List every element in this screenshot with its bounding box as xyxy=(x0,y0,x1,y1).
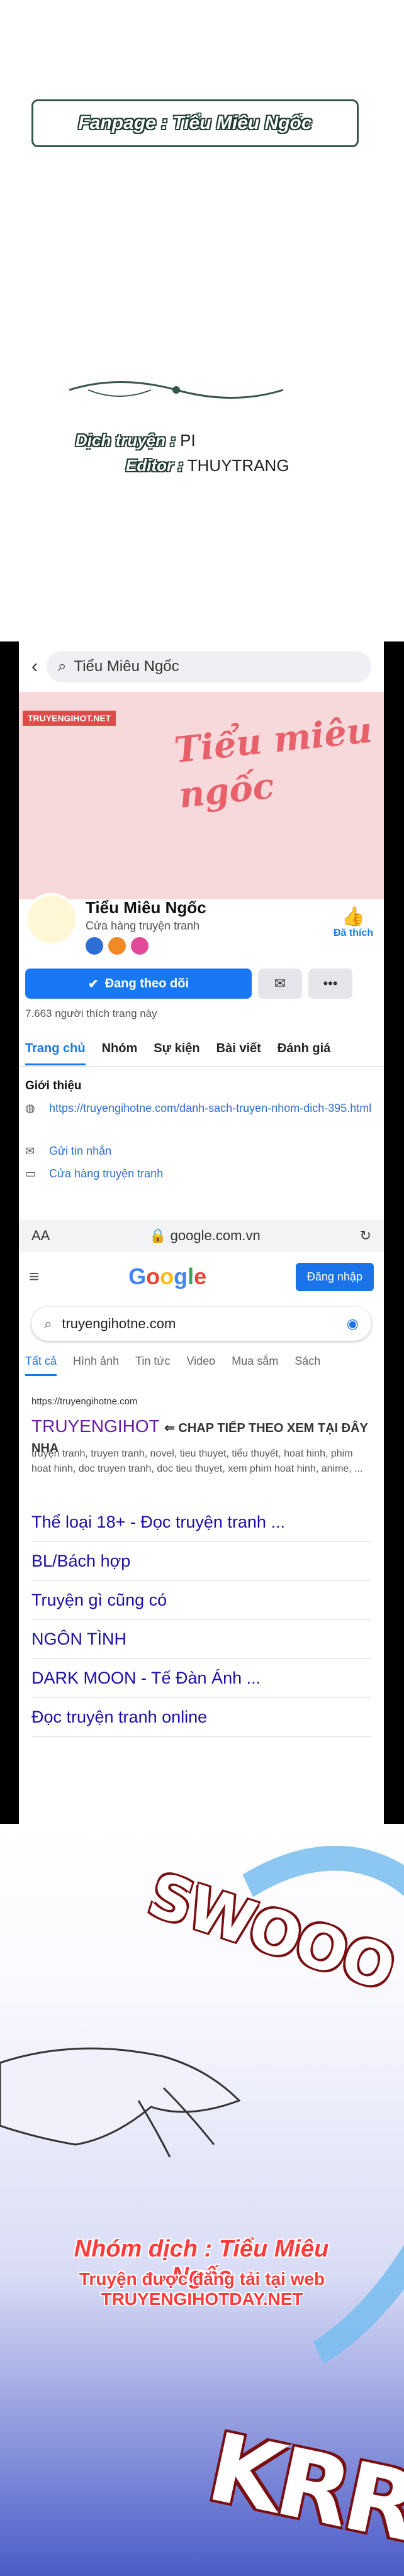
google-header: ≡ Google Đăng nhập xyxy=(19,1252,384,1302)
tab-groups[interactable]: Nhóm xyxy=(102,1041,138,1056)
following-button[interactable]: ✔ Đang theo dõi xyxy=(25,969,252,999)
intro-message-row[interactable]: ✉ Gửi tin nhắn xyxy=(25,1145,378,1158)
sitelinks-list: Thể loại 18+ - Đọc truyện tranh ... BL/B… xyxy=(31,1503,371,1737)
sitelink[interactable]: Đọc truyện tranh online xyxy=(31,1698,371,1737)
back-arrow-icon[interactable]: ‹ xyxy=(31,656,38,677)
tab-news[interactable]: Tin tức xyxy=(135,1355,170,1376)
intro-shop-row[interactable]: ▭ Cửa hàng truyện tranh xyxy=(25,1167,378,1180)
facebook-search-box[interactable]: ⌕ Tiểu Miêu Ngốc xyxy=(47,651,371,682)
editor-label: Editor : xyxy=(126,456,183,475)
following-label: Đang theo dõi xyxy=(104,976,189,991)
manga-page: Fanpage : Tiểu Miêu Ngốc Dịch truyện : P… xyxy=(0,0,404,2576)
site-credit: Truyện được đăng tải tại web TRUYENGIHOT… xyxy=(79,2269,325,2309)
messenger-button[interactable]: ✉ xyxy=(258,969,302,999)
tab-events[interactable]: Sự kiện xyxy=(154,1041,199,1056)
phone-screen: ‹ ⌕ Tiểu Miêu Ngốc TRUYENGIHOT.NET Tiểu … xyxy=(19,641,384,1824)
facebook-topbar: ‹ ⌕ Tiểu Miêu Ngốc xyxy=(19,641,384,692)
badge-icon xyxy=(108,937,126,955)
messenger-icon: ✉ xyxy=(25,1145,35,1157)
browser-url-bar[interactable]: AA 🔒 google.com.vn ↻ xyxy=(19,1220,384,1252)
check-icon: ✔ xyxy=(87,977,99,991)
page-category: Cửa hàng truyện tranh xyxy=(86,919,200,932)
intro-message[interactable]: Gửi tin nhắn xyxy=(49,1145,111,1158)
cover-photo[interactable]: TRUYENGIHOT.NET Tiểu miêu ngốc xyxy=(19,692,384,899)
google-tabs: Tất cả Hình ảnh Tin tức Video Mua sắm Sá… xyxy=(25,1355,320,1376)
tab-reviews[interactable]: Đánh giá xyxy=(278,1041,330,1056)
intro-heading: Giới thiệu xyxy=(25,1079,82,1092)
sitelink[interactable]: DARK MOON - Tế Đàn Ánh ... xyxy=(31,1659,371,1698)
folder-icon: ▭ xyxy=(25,1167,36,1180)
intro-shop[interactable]: Cửa hàng truyện tranh xyxy=(49,1167,163,1180)
tab-home[interactable]: Trang chủ xyxy=(25,1041,86,1065)
lock-icon: 🔒 xyxy=(149,1228,167,1243)
translator-label: Dịch truyện : xyxy=(76,431,176,450)
tab-posts[interactable]: Bài viết xyxy=(216,1041,261,1056)
intro-link[interactable]: https://truyengihotne.com/danh-sach-truy… xyxy=(49,1102,371,1115)
likes-count: 7.663 người thích trang này xyxy=(25,1008,157,1019)
badge-icon xyxy=(86,937,103,955)
more-icon: ••• xyxy=(323,975,338,991)
fanpage-banner: Fanpage : Tiểu Miêu Ngốc xyxy=(31,99,359,147)
sitelink[interactable]: NGÔN TÌNH xyxy=(31,1620,371,1659)
search-text: Tiểu Miêu Ngốc xyxy=(74,658,179,675)
sitelink[interactable]: BL/Bách hợp xyxy=(31,1542,371,1581)
cover-tag: TRUYENGIHOT.NET xyxy=(23,711,116,726)
fanpage-text: Fanpage : Tiểu Miêu Ngốc xyxy=(78,113,312,133)
text-size-button[interactable]: AA xyxy=(31,1228,50,1244)
google-query: truyengihotne.com xyxy=(62,1316,176,1331)
badge-icon xyxy=(131,937,149,955)
search-icon: ⌕ xyxy=(44,1316,52,1331)
page-tabs: Trang chủ Nhóm Sự kiện Bài viết Đánh giá xyxy=(19,1031,384,1067)
profile-picture[interactable] xyxy=(25,893,78,946)
reload-icon[interactable]: ↻ xyxy=(360,1228,371,1244)
google-search-input[interactable]: ⌕ truyengihotne.com ◉ xyxy=(31,1307,371,1341)
intro-link-row[interactable]: ◍ https://truyengihotne.com/danh-sach-tr… xyxy=(25,1102,378,1115)
ornament-divider xyxy=(69,381,284,399)
result-title[interactable]: TRUYENGIHOT xyxy=(31,1416,159,1436)
result-site-url[interactable]: https://truyengihotne.com xyxy=(31,1396,137,1407)
url-domain: google.com.vn xyxy=(170,1228,261,1243)
tab-video[interactable]: Video xyxy=(186,1355,215,1376)
like-button[interactable]: 👍 Đã thích xyxy=(334,906,373,939)
badge-row xyxy=(86,937,149,955)
thumbs-up-icon: 👍 xyxy=(341,906,366,927)
tab-shopping[interactable]: Mua sắm xyxy=(232,1355,278,1376)
credits-block: Dịch truyện : PI Editor : THUYTRANG xyxy=(76,428,289,478)
sitelink[interactable]: Thể loại 18+ - Đọc truyện tranh ... xyxy=(31,1503,371,1542)
camera-icon[interactable]: ◉ xyxy=(347,1316,359,1332)
result-snippet: truyện tranh, truyen tranh, novel, tieu … xyxy=(31,1448,363,1474)
tab-images[interactable]: Hình ảnh xyxy=(73,1355,119,1376)
messenger-icon: ✉ xyxy=(274,975,286,991)
search-icon: ⌕ xyxy=(58,658,67,675)
cover-script-title: Tiểu miêu ngốc xyxy=(172,709,374,816)
globe-icon: ◍ xyxy=(25,1102,35,1114)
google-logo[interactable]: Google xyxy=(128,1263,206,1290)
like-label: Đã thích xyxy=(334,928,374,938)
hand-illustration xyxy=(0,2047,241,2158)
menu-icon[interactable]: ≡ xyxy=(29,1267,39,1287)
tab-books[interactable]: Sách xyxy=(295,1355,320,1376)
signin-button[interactable]: Đăng nhập xyxy=(295,1262,374,1291)
tab-all[interactable]: Tất cả xyxy=(25,1355,57,1376)
more-button[interactable]: ••• xyxy=(308,969,352,999)
editor-name: THUYTRANG xyxy=(187,456,289,475)
sitelink[interactable]: Truyện gì cũng có xyxy=(31,1581,371,1620)
page-name: Tiểu Miêu Ngốc xyxy=(86,898,206,917)
translator-name: PI xyxy=(180,431,196,450)
